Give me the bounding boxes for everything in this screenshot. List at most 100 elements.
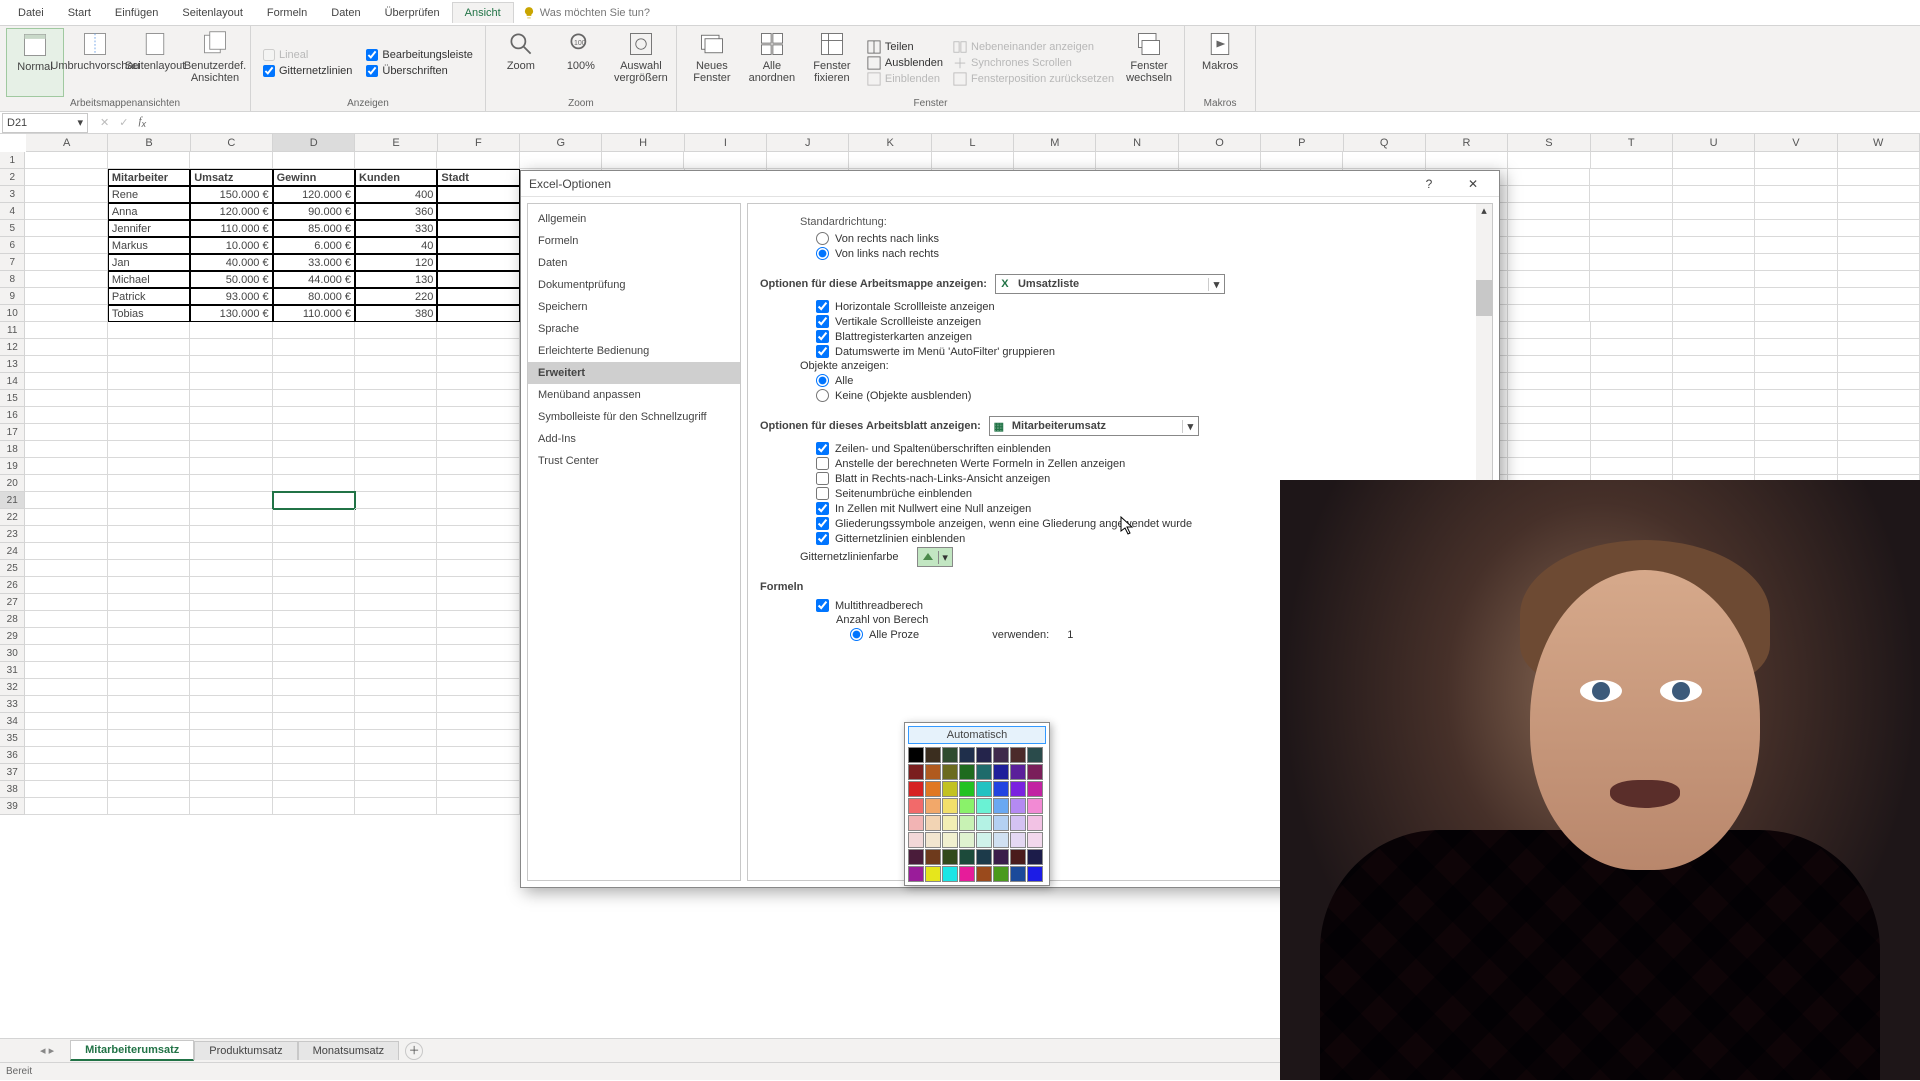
cell[interactable]: [355, 730, 437, 747]
row-header[interactable]: 29: [0, 628, 25, 645]
cell[interactable]: [1673, 322, 1755, 339]
color-swatch[interactable]: [925, 866, 941, 882]
cell[interactable]: 380: [355, 305, 437, 322]
cell[interactable]: [108, 628, 190, 645]
color-swatch[interactable]: [1010, 747, 1026, 763]
color-swatch[interactable]: [1010, 832, 1026, 848]
color-swatch[interactable]: [1027, 832, 1043, 848]
color-swatch[interactable]: [976, 764, 992, 780]
cell[interactable]: [437, 203, 519, 220]
cell[interactable]: [190, 611, 272, 628]
color-swatch[interactable]: [976, 849, 992, 865]
color-swatch[interactable]: [1027, 798, 1043, 814]
cell[interactable]: [25, 628, 107, 645]
cell[interactable]: [1755, 373, 1837, 390]
cell[interactable]: [273, 441, 355, 458]
chevron-down-icon[interactable]: ▾: [938, 551, 952, 564]
cell[interactable]: Mitarbeiter: [108, 169, 190, 186]
cell[interactable]: [1508, 186, 1590, 203]
cell[interactable]: [25, 509, 107, 526]
cell[interactable]: [273, 424, 355, 441]
color-swatch[interactable]: [925, 798, 941, 814]
color-swatch[interactable]: [1027, 764, 1043, 780]
chk-ueberschriften[interactable]: Überschriften: [366, 65, 473, 77]
cell[interactable]: [25, 492, 107, 509]
sheet-nav[interactable]: ◂ ▸: [40, 1044, 54, 1057]
color-swatch[interactable]: [925, 781, 941, 797]
cell[interactable]: Gewinn: [273, 169, 355, 186]
cell[interactable]: [108, 339, 190, 356]
fx-icon[interactable]: fx: [138, 115, 146, 129]
row-header[interactable]: 7: [0, 254, 25, 271]
color-swatch[interactable]: [1027, 815, 1043, 831]
cell[interactable]: [25, 696, 107, 713]
cell[interactable]: [108, 373, 190, 390]
radio-l2r[interactable]: Von links nach rechts: [816, 247, 1480, 260]
cell[interactable]: [1673, 356, 1755, 373]
row-header[interactable]: 15: [0, 390, 25, 407]
cell[interactable]: [190, 764, 272, 781]
row-header[interactable]: 19: [0, 458, 25, 475]
cell[interactable]: [25, 526, 107, 543]
cell[interactable]: 360: [355, 203, 437, 220]
cell[interactable]: [25, 288, 107, 305]
cell[interactable]: [355, 798, 437, 815]
row-header[interactable]: 4: [0, 203, 25, 220]
row-header[interactable]: 36: [0, 747, 25, 764]
cell[interactable]: [1673, 390, 1755, 407]
row-header[interactable]: 30: [0, 645, 25, 662]
color-swatch[interactable]: [908, 832, 924, 848]
cell[interactable]: [1838, 169, 1920, 186]
chk-autofilter[interactable]: Datumswerte im Menü 'AutoFilter' gruppie…: [816, 345, 1480, 358]
color-swatch[interactable]: [942, 781, 958, 797]
dialog-nav-item[interactable]: Trust Center: [528, 450, 740, 472]
color-swatch[interactable]: [1010, 798, 1026, 814]
cell[interactable]: [273, 611, 355, 628]
color-swatch[interactable]: [925, 815, 941, 831]
cell[interactable]: [273, 594, 355, 611]
cell[interactable]: [108, 713, 190, 730]
row-header[interactable]: 23: [0, 526, 25, 543]
cell[interactable]: [190, 628, 272, 645]
cell[interactable]: [437, 747, 519, 764]
cell[interactable]: [108, 662, 190, 679]
add-sheet-button[interactable]: ＋: [405, 1042, 423, 1060]
cell[interactable]: [355, 747, 437, 764]
cell[interactable]: [1508, 152, 1590, 169]
cell[interactable]: [437, 696, 519, 713]
cell[interactable]: [108, 152, 190, 169]
cell[interactable]: [108, 645, 190, 662]
color-swatch[interactable]: [976, 747, 992, 763]
color-swatch[interactable]: [976, 798, 992, 814]
cell[interactable]: [108, 526, 190, 543]
cell[interactable]: [190, 373, 272, 390]
cell[interactable]: [1673, 169, 1755, 186]
dialog-nav-item[interactable]: Add-Ins: [528, 428, 740, 450]
cell[interactable]: [1755, 407, 1837, 424]
cell[interactable]: [25, 254, 107, 271]
cell[interactable]: [190, 475, 272, 492]
cell[interactable]: [1591, 407, 1673, 424]
row-header[interactable]: 14: [0, 373, 25, 390]
column-headers[interactable]: ABCDEFGHIJKLMNOPQRSTUVW: [26, 134, 1920, 152]
cell[interactable]: [1755, 339, 1837, 356]
color-swatch[interactable]: [908, 849, 924, 865]
new-window[interactable]: Neues Fenster: [683, 28, 741, 97]
color-swatch[interactable]: [908, 866, 924, 882]
cell[interactable]: [25, 560, 107, 577]
cell[interactable]: [1838, 339, 1920, 356]
cell[interactable]: [1755, 441, 1837, 458]
cell[interactable]: [108, 730, 190, 747]
dialog-titlebar[interactable]: Excel-Optionen ? ✕: [521, 171, 1499, 197]
cell[interactable]: [25, 356, 107, 373]
cell[interactable]: 120.000 €: [273, 186, 355, 203]
view-pagebreak[interactable]: Umbruchvorschau: [66, 28, 124, 97]
cell[interactable]: [437, 339, 519, 356]
cell[interactable]: [108, 356, 190, 373]
cell[interactable]: [273, 152, 355, 169]
col-header-F[interactable]: F: [438, 134, 520, 151]
cell[interactable]: [1673, 458, 1755, 475]
color-swatch[interactable]: [942, 798, 958, 814]
cell[interactable]: [25, 305, 107, 322]
cell[interactable]: Umsatz: [190, 169, 272, 186]
